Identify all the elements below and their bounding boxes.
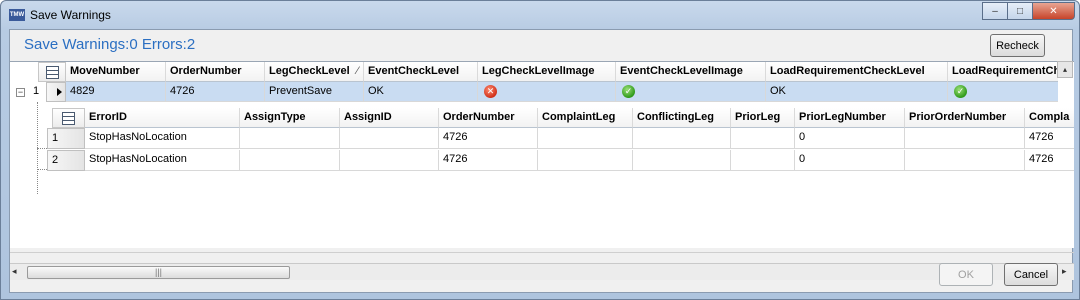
child-header-complaintleg[interactable]: ComplaintLeg — [538, 108, 633, 128]
maximize-button[interactable]: □ — [1007, 2, 1033, 20]
save-warnings-window: TMW Save Warnings – □ ✕ Save Warnings:0 … — [0, 0, 1080, 300]
dialog-client-area: Save Warnings:0 Errors:2 Recheck MoveNum… — [9, 29, 1074, 293]
page-title: Save Warnings:0 Errors:2 — [24, 36, 196, 53]
sort-indicator-icon: ⁄ — [356, 65, 359, 77]
child-header-priorleg[interactable]: PriorLeg — [731, 108, 795, 128]
child-cell-errorid[interactable]: StopHasNoLocation — [85, 150, 240, 171]
child-cell-priorleg[interactable] — [731, 150, 795, 171]
ok-button[interactable]: OK — [939, 263, 993, 286]
child-header-priorordernumber[interactable]: PriorOrderNumber — [905, 108, 1025, 128]
scroll-left-icon[interactable]: ◂ — [12, 266, 17, 277]
child-header-priorlegnumber[interactable]: PriorLegNumber — [795, 108, 905, 128]
cell-legchecklevelimage[interactable]: ✕ — [478, 82, 616, 102]
child-cell-priorlegnumber[interactable]: 0 — [795, 128, 905, 149]
cell-movenumber[interactable]: 4829 — [66, 82, 166, 102]
child-cell-ordernumber[interactable]: 4726 — [439, 150, 538, 171]
scroll-up-icon[interactable]: ▴ — [1057, 61, 1073, 78]
child-cell-conflictingleg[interactable] — [633, 128, 731, 149]
child-header-assignid[interactable]: AssignID — [340, 108, 439, 128]
child-cell-priorordernumber[interactable] — [905, 128, 1025, 149]
child-cell-errorid[interactable]: StopHasNoLocation — [85, 128, 240, 149]
column-header-eventchecklevel[interactable]: EventCheckLevel — [364, 62, 478, 82]
tree-connector — [37, 148, 47, 149]
warnings-grid: MoveNumber OrderNumber LegCheckLevel ⁄ E… — [10, 61, 1074, 280]
tree-connector — [37, 169, 47, 170]
child-cell-complaintleg[interactable] — [538, 150, 633, 171]
window-controls: – □ ✕ — [982, 2, 1075, 22]
error-icon: ✕ — [484, 85, 497, 98]
child-cell-assignid[interactable] — [340, 150, 439, 171]
column-header-loadrequirementche[interactable]: LoadRequirementChe — [948, 62, 1058, 82]
cell-loadrequirementchecklevel[interactable]: OK — [766, 82, 948, 102]
app-icon: TMW — [9, 9, 25, 21]
child-cell-ordernumber[interactable]: 4726 — [439, 128, 538, 149]
title-bar[interactable]: TMW Save Warnings – □ ✕ — [1, 1, 1079, 29]
child-cell-assigntype[interactable] — [240, 128, 340, 149]
column-header-legchecklevel-label: LegCheckLevel — [269, 65, 350, 77]
footer-divider — [10, 252, 1074, 253]
cell-ordernumber[interactable]: 4726 — [166, 82, 265, 102]
child-header-errorid[interactable]: ErrorID — [85, 108, 240, 128]
ok-check-icon: ✓ — [622, 85, 635, 98]
child-column-chooser-button[interactable] — [52, 108, 85, 128]
cell-eventchecklevel[interactable]: OK — [364, 82, 478, 102]
child-cell-priorleg[interactable] — [731, 128, 795, 149]
cancel-button[interactable]: Cancel — [1004, 263, 1058, 286]
cell-loadrequirementche[interactable]: ✓ — [948, 82, 1058, 102]
child-header-compla[interactable]: Compla — [1025, 108, 1074, 128]
child-cell-compla[interactable]: 4726 — [1025, 128, 1074, 149]
child-cell-conflictingleg[interactable] — [633, 150, 731, 171]
window-title: Save Warnings — [30, 8, 111, 22]
child-cell-priorlegnumber[interactable]: 0 — [795, 150, 905, 171]
column-header-eventchecklevelimage[interactable]: EventCheckLevelImage — [616, 62, 766, 82]
column-header-legchecklevel[interactable]: LegCheckLevel ⁄ — [265, 62, 364, 82]
recheck-button[interactable]: Recheck — [990, 34, 1045, 57]
cell-legchecklevel[interactable]: PreventSave — [265, 82, 364, 102]
collapse-row-icon[interactable]: − — [16, 88, 25, 97]
child-header-ordernumber[interactable]: OrderNumber — [439, 108, 538, 128]
child-row-selector[interactable]: 2 — [47, 150, 85, 171]
child-cell-assigntype[interactable] — [240, 150, 340, 171]
column-header-legchecklevelimage[interactable]: LegCheckLevelImage — [478, 62, 616, 82]
minimize-button[interactable]: – — [982, 2, 1008, 20]
child-header-conflictingleg[interactable]: ConflictingLeg — [633, 108, 731, 128]
ok-check-icon: ✓ — [954, 85, 967, 98]
row-number: 1 — [33, 85, 40, 97]
column-header-ordernumber[interactable]: OrderNumber — [166, 62, 265, 82]
close-button[interactable]: ✕ — [1032, 2, 1075, 20]
child-cell-assignid[interactable] — [340, 128, 439, 149]
child-cell-complaintleg[interactable] — [538, 128, 633, 149]
child-header-assigntype[interactable]: AssignType — [240, 108, 340, 128]
current-row-indicator-icon — [57, 88, 62, 96]
column-chooser-button[interactable] — [38, 62, 66, 82]
child-cell-priorordernumber[interactable] — [905, 150, 1025, 171]
child-cell-compla[interactable]: 4726 — [1025, 150, 1074, 171]
child-row-number: 2 — [52, 154, 59, 166]
row-selector[interactable] — [46, 82, 66, 102]
child-row-selector[interactable]: 1 — [47, 128, 85, 149]
grid-icon — [45, 65, 59, 79]
cell-eventchecklevelimage[interactable]: ✓ — [616, 82, 766, 102]
scroll-right-icon[interactable]: ▸ — [1062, 266, 1067, 277]
grid-icon — [62, 111, 75, 125]
column-header-loadrequirementchecklevel[interactable]: LoadRequirementCheckLevel — [766, 62, 948, 82]
horizontal-scrollbar[interactable]: ◂ ||| ▸ — [10, 263, 1074, 280]
column-header-movenumber[interactable]: MoveNumber — [66, 62, 166, 82]
child-row-number: 1 — [52, 132, 59, 144]
scrollbar-thumb[interactable]: ||| — [27, 266, 290, 279]
